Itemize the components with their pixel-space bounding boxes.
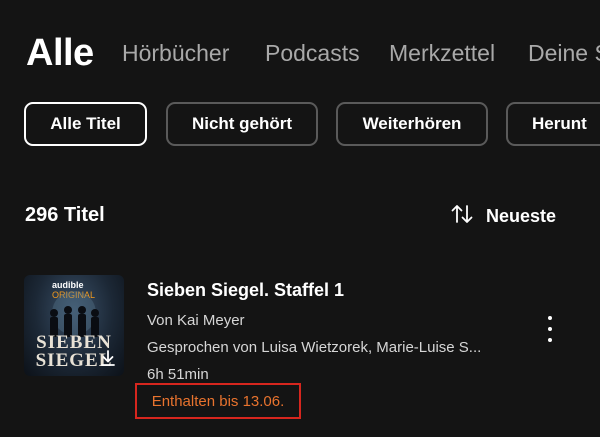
sort-button[interactable]: Neueste <box>450 203 556 230</box>
item-title: Sieben Siegel. Staffel 1 <box>147 280 345 300</box>
expiry-badge: Enthalten bis 13.06. <box>135 383 301 419</box>
tab-hoerbuecher[interactable]: Hörbücher <box>122 40 229 67</box>
chip-herunterladen[interactable]: Herunt <box>506 102 600 146</box>
download-icon[interactable] <box>99 349 117 372</box>
filter-chips: Alle Titel Nicht gehört Weiterhören Heru… <box>24 102 600 152</box>
item-narrator: Gesprochen von Luisa Wietzorek, Marie-Lu… <box>147 339 482 356</box>
chip-nicht-gehoert[interactable]: Nicht gehört <box>166 102 318 146</box>
tab-deine[interactable]: Deine S <box>528 40 600 67</box>
item-author: Von Kai Meyer <box>147 312 245 329</box>
chip-weiterhoeren[interactable]: Weiterhören <box>336 102 488 146</box>
sort-arrows-icon <box>450 203 474 230</box>
cover-art[interactable]: audible ORIGINAL SIEBEN SIEGEL <box>24 275 124 376</box>
tab-podcasts[interactable]: Podcasts <box>265 40 360 67</box>
tab-alle[interactable]: Alle <box>26 32 94 75</box>
item-duration: 6h 51min <box>147 366 209 383</box>
library-tabs: Alle Hörbücher Podcasts Merkzettel Deine… <box>26 28 600 78</box>
tab-merkzettel[interactable]: Merkzettel <box>389 40 495 67</box>
chip-alle-titel[interactable]: Alle Titel <box>24 102 147 146</box>
sort-label: Neueste <box>486 206 557 226</box>
more-vertical-icon[interactable] <box>540 316 560 342</box>
title-count: 296 Titel <box>25 204 105 226</box>
